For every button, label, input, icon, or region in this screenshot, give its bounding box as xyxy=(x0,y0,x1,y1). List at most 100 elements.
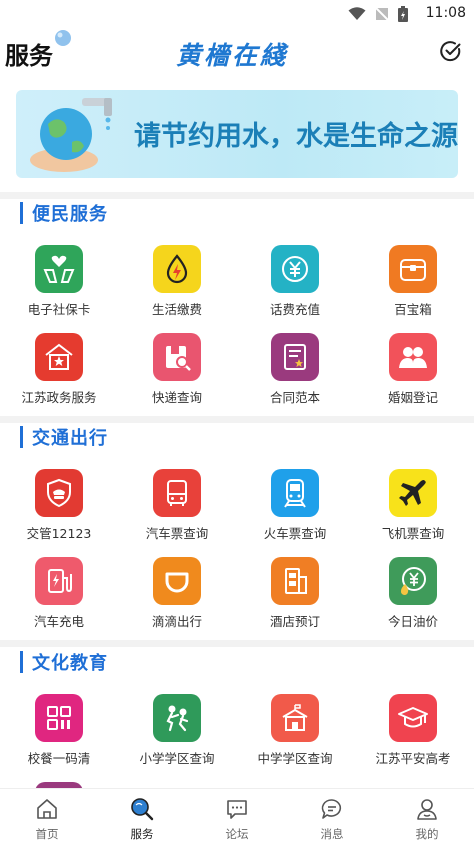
service-label: 校餐一码清 xyxy=(27,751,91,766)
service-label: 交管12123 xyxy=(26,526,92,541)
service-item-contract-templates[interactable]: 合同范本 xyxy=(236,333,354,413)
service-item-primary-school-district[interactable]: 小学学区查询 xyxy=(118,694,236,774)
service-item-marriage-registration[interactable]: 婚姻登记 xyxy=(354,333,472,413)
section-divider xyxy=(0,416,474,423)
bubble-decoration-icon xyxy=(55,30,71,46)
header: 服务 黄檣在綫 xyxy=(0,28,474,78)
nav-messages[interactable]: 消息 xyxy=(285,795,379,843)
section-accent-bar xyxy=(20,651,23,673)
airplane-icon xyxy=(389,469,437,517)
package-search-icon xyxy=(153,333,201,381)
service-grid-transport: 交管12123 汽车票查询 火车票查询 飞机票查询 汽车充电 滴滴出行 酒店预订… xyxy=(0,469,474,639)
service-item-school-meal-code[interactable]: 校餐一码清 xyxy=(0,694,118,774)
service-label: 酒店预订 xyxy=(269,614,320,629)
section-header-transport: 交通出行 xyxy=(20,425,108,449)
brand-logo-text: 黄檣在綫 xyxy=(176,41,289,70)
service-label: 话费充值 xyxy=(269,302,320,317)
message-icon xyxy=(321,799,342,819)
service-item-phone-recharge[interactable]: 话费充值 xyxy=(236,245,354,325)
contract-document-icon xyxy=(271,333,319,381)
hands-heart-icon xyxy=(35,245,83,293)
service-label: 汽车充电 xyxy=(33,614,84,629)
nav-label: 首页 xyxy=(35,827,59,841)
water-saving-banner[interactable]: 请节约用水，水是生命之源 xyxy=(16,90,458,178)
service-label: 快递查询 xyxy=(151,390,202,405)
bottom-navigation: 首页 服务 论坛 消息 我的 xyxy=(0,788,474,844)
check-in-icon[interactable] xyxy=(440,40,462,62)
didi-icon xyxy=(153,557,201,605)
lightning-drop-icon xyxy=(153,245,201,293)
nav-label: 论坛 xyxy=(225,827,249,841)
nav-forum[interactable]: 论坛 xyxy=(190,795,284,843)
section-header-convenience: 便民服务 xyxy=(20,201,108,225)
couple-icon xyxy=(389,333,437,381)
service-item-jiangsu-gov-service[interactable]: 江苏政务服务 xyxy=(0,333,118,413)
search-globe-icon xyxy=(131,798,154,821)
service-label: 江苏平安高考 xyxy=(375,751,451,766)
service-label: 生活缴费 xyxy=(151,302,202,317)
section-title: 便民服务 xyxy=(32,204,108,225)
section-header-education: 文化教育 xyxy=(20,650,108,674)
service-item-traffic-12123[interactable]: 交管12123 xyxy=(0,469,118,549)
wifi-icon xyxy=(348,7,366,20)
service-item-jiangsu-safe-exam[interactable]: 江苏平安高考 xyxy=(354,694,472,774)
section-title: 交通出行 xyxy=(32,428,108,449)
section-accent-bar xyxy=(20,426,23,448)
forum-icon xyxy=(227,800,247,819)
nav-home[interactable]: 首页 xyxy=(0,795,94,843)
profile-icon xyxy=(417,799,437,820)
service-item-utility-payment[interactable]: 生活缴费 xyxy=(118,245,236,325)
home-icon xyxy=(37,799,57,819)
service-label: 飞机票查询 xyxy=(381,526,445,541)
service-label: 中学学区查询 xyxy=(257,751,333,766)
service-item-oil-price[interactable]: 今日油价 xyxy=(354,557,472,637)
service-item-didi[interactable]: 滴滴出行 xyxy=(118,557,236,637)
qr-code-icon xyxy=(35,694,83,742)
nav-label: 我的 xyxy=(415,827,439,841)
service-item-social-security-card[interactable]: 电子社保卡 xyxy=(0,245,118,325)
bus-icon xyxy=(153,469,201,517)
police-shield-icon xyxy=(35,469,83,517)
nav-profile[interactable]: 我的 xyxy=(380,795,474,843)
service-item-middle-school-district[interactable]: 中学学区查询 xyxy=(236,694,354,774)
service-label: 合同范本 xyxy=(269,390,320,405)
no-signal-icon xyxy=(375,7,389,21)
treasure-box-icon xyxy=(389,245,437,293)
status-bar: 11:08 xyxy=(0,0,474,28)
service-grid-convenience: 电子社保卡 生活缴费 话费充值 百宝箱 江苏政务服务 快递查询 合同范本 婚姻登… xyxy=(0,245,474,415)
section-divider xyxy=(0,192,474,199)
service-label: 汽车票查询 xyxy=(145,526,209,541)
service-item-hotel-booking[interactable]: 酒店预订 xyxy=(236,557,354,637)
service-label: 婚姻登记 xyxy=(387,390,438,405)
service-item-flight-ticket[interactable]: 飞机票查询 xyxy=(354,469,472,549)
earth-faucet-icon xyxy=(30,98,112,172)
service-label: 今日油价 xyxy=(387,614,438,629)
hotel-building-icon xyxy=(271,557,319,605)
service-grid-education: 校餐一码清 小学学区查询 中学学区查询 江苏平安高考 xyxy=(0,694,474,788)
section-title: 文化教育 xyxy=(32,653,108,674)
government-house-icon xyxy=(35,333,83,381)
kids-play-icon xyxy=(153,694,201,742)
service-item-train-ticket[interactable]: 火车票查询 xyxy=(236,469,354,549)
service-label: 电子社保卡 xyxy=(27,302,91,317)
service-label: 百宝箱 xyxy=(394,302,432,317)
section-divider xyxy=(0,640,474,647)
app-screen: 11:08 服务 黄檣在綫 请节约用水，水是生命之源 便民服务 电子社保卡 生活… xyxy=(0,0,474,844)
section-accent-bar xyxy=(20,202,23,224)
service-item-bus-ticket[interactable]: 汽车票查询 xyxy=(118,469,236,549)
banner-text: 请节约用水，水是生命之源 xyxy=(134,121,458,152)
service-label: 滴滴出行 xyxy=(151,614,202,629)
school-building-icon xyxy=(271,694,319,742)
nav-label: 服务 xyxy=(130,827,154,841)
battery-icon xyxy=(398,6,408,22)
service-item-express-tracking[interactable]: 快递查询 xyxy=(118,333,236,413)
nav-service[interactable]: 服务 xyxy=(95,795,189,843)
train-icon xyxy=(271,469,319,517)
oil-price-icon xyxy=(389,557,437,605)
service-label: 火车票查询 xyxy=(263,526,327,541)
nav-label: 消息 xyxy=(320,827,344,841)
service-item-treasure-box[interactable]: 百宝箱 xyxy=(354,245,472,325)
graduation-cap-icon xyxy=(389,694,437,742)
service-label: 江苏政务服务 xyxy=(21,390,97,405)
service-item-car-charging[interactable]: 汽车充电 xyxy=(0,557,118,637)
